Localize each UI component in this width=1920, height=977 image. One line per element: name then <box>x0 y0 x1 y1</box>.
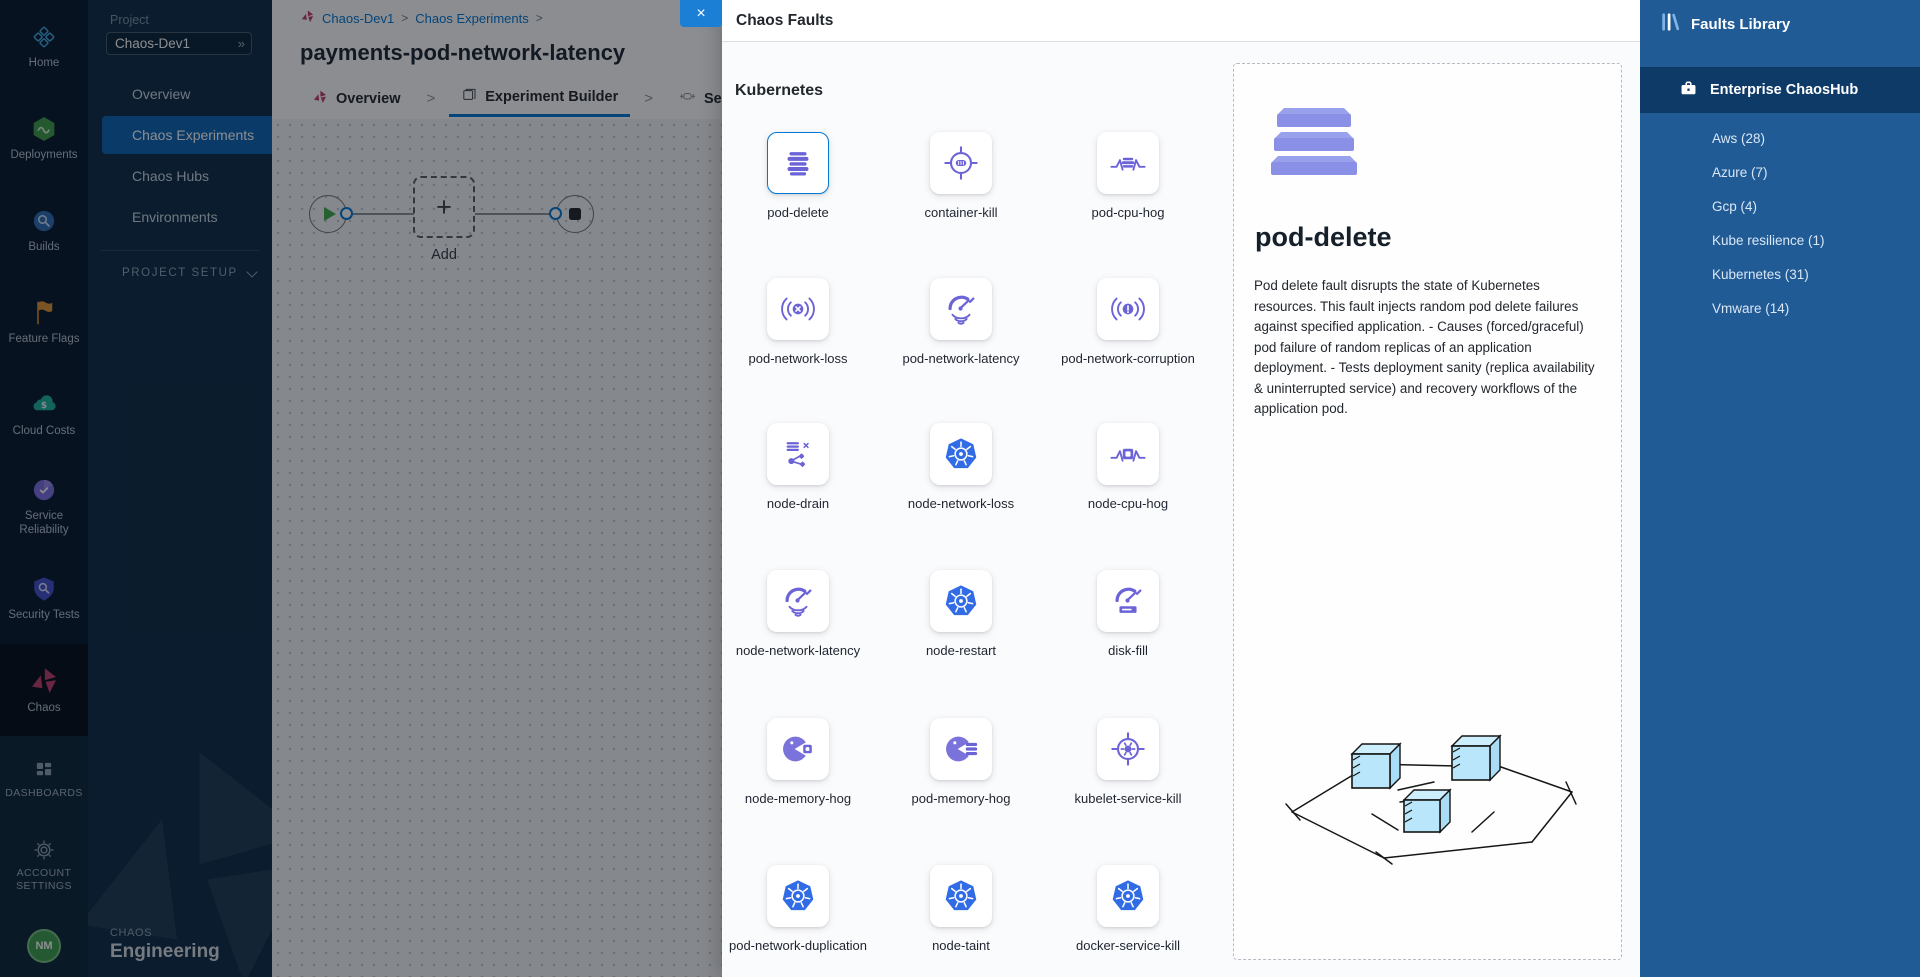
fault-tile-pod-network-duplication[interactable] <box>767 865 829 927</box>
fault-tile-node-taint[interactable] <box>930 865 992 927</box>
fault-tile-pod-network-latency[interactable] <box>930 278 992 340</box>
node-memory-hog-icon <box>779 730 817 768</box>
pod-delete-icon <box>779 144 817 182</box>
faults-library-panel: Faults Library Enterprise ChaosHub Aws (… <box>1640 0 1920 977</box>
fault-label-pod-network-corruption[interactable]: pod-network-corruption <box>1053 349 1203 369</box>
modal-scrim[interactable] <box>0 0 722 977</box>
container-kill-icon <box>942 144 980 182</box>
app-root: HomeDeploymentsBuildsFeature Flags$Cloud… <box>0 0 1920 977</box>
fault-label-pod-network-duplication[interactable]: pod-network-duplication <box>723 936 873 956</box>
fault-tile-docker-service-kill[interactable] <box>1097 865 1159 927</box>
fault-tile-node-network-latency[interactable] <box>767 570 829 632</box>
hub-enterprise-chaoshub[interactable]: Enterprise ChaosHub <box>1640 67 1920 113</box>
fault-detail-panel: pod-delete Pod delete fault disrupts the… <box>1233 63 1622 960</box>
fault-label-disk-fill[interactable]: disk-fill <box>1053 641 1203 661</box>
fault-category-aws[interactable]: Aws (28) <box>1712 122 1825 156</box>
node-restart-icon <box>942 582 980 620</box>
fault-tile-pod-memory-hog[interactable] <box>930 718 992 780</box>
fault-tile-pod-delete[interactable] <box>767 132 829 194</box>
fault-category-azure[interactable]: Azure (7) <box>1712 156 1825 190</box>
pod-delete-large-icon <box>1268 106 1360 183</box>
fault-label-docker-service-kill[interactable]: docker-service-kill <box>1053 936 1203 956</box>
pod-network-latency-icon <box>942 290 980 328</box>
fault-tile-pod-network-loss[interactable] <box>767 278 829 340</box>
fault-label-pod-memory-hog[interactable]: pod-memory-hog <box>886 789 1036 809</box>
close-icon: × <box>696 6 705 22</box>
fault-tile-pod-cpu-hog[interactable] <box>1097 132 1159 194</box>
node-drain-icon <box>779 435 817 473</box>
disk-fill-icon <box>1109 582 1147 620</box>
node-cpu-hog-icon <box>1109 435 1147 473</box>
node-network-loss-icon <box>942 435 980 473</box>
node-taint-icon <box>942 877 980 915</box>
fault-tile-disk-fill[interactable] <box>1097 570 1159 632</box>
fault-category-list: Aws (28)Azure (7)Gcp (4)Kube resilience … <box>1712 122 1825 326</box>
pod-network-corruption-icon <box>1109 290 1147 328</box>
modal-title: Chaos Faults <box>736 12 833 30</box>
fault-tile-node-restart[interactable] <box>930 570 992 632</box>
pod-cpu-hog-icon <box>1109 144 1147 182</box>
docker-service-kill-icon <box>1109 877 1147 915</box>
fault-detail-illustration <box>1276 712 1586 882</box>
fault-label-node-memory-hog[interactable]: node-memory-hog <box>723 789 873 809</box>
fault-category-vmware[interactable]: Vmware (14) <box>1712 292 1825 326</box>
fault-label-pod-network-loss[interactable]: pod-network-loss <box>723 349 873 369</box>
fault-label-node-cpu-hog[interactable]: node-cpu-hog <box>1053 494 1203 514</box>
fault-label-pod-cpu-hog[interactable]: pod-cpu-hog <box>1053 203 1203 223</box>
modal-header: Chaos Faults <box>722 0 1640 42</box>
fault-label-pod-network-latency[interactable]: pod-network-latency <box>886 349 1036 369</box>
fault-label-node-network-latency[interactable]: node-network-latency <box>723 641 873 661</box>
briefcase-icon <box>1680 80 1697 101</box>
fault-category-kube-resilience[interactable]: Kube resilience (1) <box>1712 224 1825 258</box>
fault-label-pod-delete[interactable]: pod-delete <box>723 203 873 223</box>
chaos-faults-modal: Chaos Faults Kubernetes pod-delete contai… <box>722 0 1640 977</box>
close-drawer-button[interactable]: × <box>680 0 722 27</box>
library-icon <box>1660 12 1680 36</box>
fault-tile-node-network-loss[interactable] <box>930 423 992 485</box>
fault-detail-description: Pod delete fault disrupts the state of K… <box>1254 276 1602 420</box>
node-network-latency-icon <box>779 582 817 620</box>
kubelet-service-kill-icon <box>1109 730 1147 768</box>
faults-section-title: Kubernetes <box>735 82 823 100</box>
fault-tile-container-kill[interactable] <box>930 132 992 194</box>
pod-network-duplication-icon <box>779 877 817 915</box>
faults-library-header: Faults Library <box>1640 0 1920 36</box>
hub-name: Enterprise ChaosHub <box>1710 82 1858 98</box>
fault-tile-node-drain[interactable] <box>767 423 829 485</box>
fault-category-kubernetes[interactable]: Kubernetes (31) <box>1712 258 1825 292</box>
fault-label-node-network-loss[interactable]: node-network-loss <box>886 494 1036 514</box>
fault-label-container-kill[interactable]: container-kill <box>886 203 1036 223</box>
faults-library-title: Faults Library <box>1691 16 1790 33</box>
fault-detail-title: pod-delete <box>1255 222 1392 253</box>
pod-memory-hog-icon <box>942 730 980 768</box>
fault-tile-kubelet-service-kill[interactable] <box>1097 718 1159 780</box>
pod-network-loss-icon <box>779 290 817 328</box>
fault-tile-node-memory-hog[interactable] <box>767 718 829 780</box>
fault-tile-node-cpu-hog[interactable] <box>1097 423 1159 485</box>
fault-label-node-taint[interactable]: node-taint <box>886 936 1036 956</box>
fault-category-gcp[interactable]: Gcp (4) <box>1712 190 1825 224</box>
fault-label-kubelet-service-kill[interactable]: kubelet-service-kill <box>1053 789 1203 809</box>
fault-label-node-drain[interactable]: node-drain <box>723 494 873 514</box>
fault-tile-pod-network-corruption[interactable] <box>1097 278 1159 340</box>
fault-label-node-restart[interactable]: node-restart <box>886 641 1036 661</box>
